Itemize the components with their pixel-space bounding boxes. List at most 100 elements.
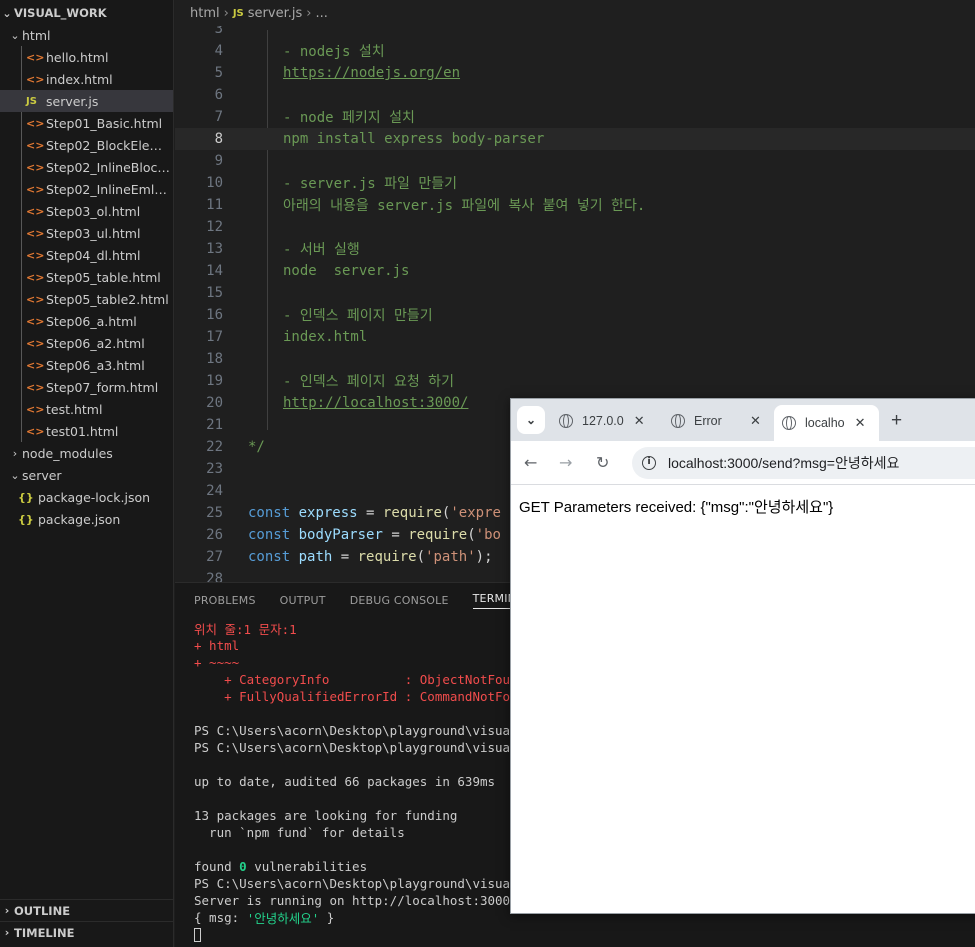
- code-text: - node 페키지 설치: [283, 110, 415, 126]
- item-label: Step07_form.html: [46, 379, 159, 395]
- line-number: 4: [214, 43, 223, 59]
- line-number: 19: [206, 373, 223, 389]
- terminal-line: 13 packages are looking for funding: [194, 808, 458, 823]
- file-item[interactable]: <> Step06_a2.html: [0, 332, 173, 354]
- code-token: const: [248, 527, 291, 543]
- file-item[interactable]: <> Step03_ul.html: [0, 222, 173, 244]
- browser-tab-1[interactable]: 127.0.0 ✕: [559, 407, 659, 435]
- item-label: Step04_dl.html: [46, 247, 141, 263]
- html-file-icon: <>: [26, 226, 45, 240]
- json-file-icon: {}: [18, 512, 34, 526]
- tab-title: 127.0.0: [582, 414, 624, 428]
- line-number: 12: [206, 219, 223, 235]
- html-file-icon: <>: [26, 424, 45, 438]
- html-file-icon: <>: [26, 292, 45, 306]
- file-item[interactable]: <> Step02_InlineEmlem...: [0, 178, 173, 200]
- item-label: server.js: [46, 93, 99, 109]
- line-number: 5: [214, 65, 223, 81]
- file-item[interactable]: <> Step03_ol.html: [0, 200, 173, 222]
- breadcrumb-file[interactable]: server.js: [248, 6, 302, 21]
- html-file-icon: <>: [26, 116, 45, 130]
- code-token: =: [357, 505, 383, 521]
- line-number: 3: [214, 26, 223, 37]
- address-bar[interactable]: i localhost:3000/send?msg=안녕하세요: [632, 447, 975, 479]
- folder-item[interactable]: ⌄ server: [0, 464, 173, 486]
- timeline-section[interactable]: › TIMELINE: [0, 921, 173, 943]
- file-item[interactable]: JS server.js: [0, 90, 173, 112]
- globe-icon: [559, 414, 573, 428]
- terminal-prompt[interactable]: [194, 926, 201, 943]
- line-number: 23: [206, 461, 223, 477]
- file-item[interactable]: <> Step05_table2.html: [0, 288, 173, 310]
- file-item[interactable]: <> test.html: [0, 398, 173, 420]
- html-file-icon: <>: [26, 380, 45, 394]
- code-text: - nodejs 설치: [283, 44, 385, 60]
- chevron-right-icon: ›: [223, 5, 229, 21]
- file-item[interactable]: {} package.json: [0, 508, 173, 530]
- file-item[interactable]: <> Step05_table.html: [0, 266, 173, 288]
- info-icon[interactable]: i: [642, 456, 656, 470]
- chevron-down-icon: ⌄: [10, 468, 20, 482]
- new-tab-button[interactable]: +: [891, 407, 902, 435]
- code-line: 16 - 인덱스 페이지 만들기: [175, 304, 975, 326]
- back-arrow-icon[interactable]: ←: [524, 453, 537, 472]
- tab-search-button[interactable]: ⌄: [517, 406, 545, 434]
- html-file-icon: <>: [26, 314, 45, 328]
- file-item[interactable]: <> test01.html: [0, 420, 173, 442]
- breadcrumb-folder[interactable]: html: [190, 6, 220, 21]
- item-label: Step02_InlineEmlem...: [46, 181, 173, 197]
- html-file-icon: <>: [26, 160, 45, 174]
- outline-section[interactable]: › OUTLINE: [0, 899, 173, 921]
- file-item[interactable]: <> hello.html: [0, 46, 173, 68]
- tab-output[interactable]: OUTPUT: [280, 594, 326, 607]
- terminal-line: { msg: '안녕하세요' }: [194, 909, 334, 926]
- file-item[interactable]: <>Step02_InlineBlock.h...: [0, 156, 173, 178]
- browser-toolbar: ← → ↻ i localhost:3000/send?msg=안녕하세요: [511, 441, 975, 485]
- html-file-icon: <>: [26, 72, 45, 86]
- file-item[interactable]: {} package-lock.json: [0, 486, 173, 508]
- line-number: 11: [206, 197, 223, 213]
- folder-item[interactable]: › node_modules: [0, 442, 173, 464]
- code-token: require: [408, 527, 468, 543]
- forward-arrow-icon[interactable]: →: [559, 453, 572, 472]
- breadcrumb-more[interactable]: ...: [315, 6, 327, 21]
- code-line: 5 https://nodejs.org/en: [175, 62, 975, 84]
- globe-icon: [671, 414, 685, 428]
- close-icon[interactable]: ✕: [855, 415, 866, 431]
- explorer-root[interactable]: ⌄ VISUAL_WORK: [0, 2, 173, 24]
- browser-tab-2[interactable]: Error ✕: [671, 407, 771, 435]
- explorer-sidebar: ⌄ VISUAL_WORK ⌄ html <> hello.html <> index.h…: [0, 0, 174, 947]
- browser-tab-strip: ⌄ 127.0.0 ✕ Error ✕ localho ✕ +: [511, 399, 975, 441]
- item-label: html: [22, 27, 51, 43]
- reload-icon[interactable]: ↻: [596, 453, 609, 472]
- file-item[interactable]: <> Step06_a3.html: [0, 354, 173, 376]
- terminal-line: PS C:\Users\acorn\Desktop\playground\vis…: [194, 723, 533, 738]
- browser-tab-3[interactable]: localho ✕: [774, 405, 879, 441]
- file-item[interactable]: <> Step06_a.html: [0, 310, 173, 332]
- code-line: 15: [175, 282, 975, 304]
- line-number: 26: [206, 527, 223, 543]
- file-item[interactable]: <> index.html: [0, 68, 173, 90]
- file-item[interactable]: <> Step07_form.html: [0, 376, 173, 398]
- code-token: express: [298, 505, 358, 521]
- folder-item[interactable]: ⌄ html: [0, 24, 173, 46]
- tab-debug-console[interactable]: DEBUG CONSOLE: [350, 594, 449, 607]
- item-label: package-lock.json: [38, 489, 151, 505]
- close-icon[interactable]: ✕: [750, 413, 761, 429]
- item-label: Step06_a2.html: [46, 335, 145, 351]
- html-file-icon: <>: [26, 402, 45, 416]
- line-number: 22: [206, 439, 223, 455]
- code-token: );: [475, 549, 493, 565]
- close-icon[interactable]: ✕: [634, 413, 645, 429]
- item-label: node_modules: [22, 445, 113, 461]
- file-item[interactable]: <>Step02_BlockElemen...: [0, 134, 173, 156]
- html-file-icon: <>: [26, 204, 45, 218]
- code-text: npm install express body-parser: [283, 131, 545, 147]
- file-item[interactable]: <> Step04_dl.html: [0, 244, 173, 266]
- code-text: */: [248, 439, 265, 455]
- line-number: 8: [214, 131, 223, 147]
- tab-problems[interactable]: PROBLEMS: [194, 594, 256, 607]
- file-item[interactable]: <> Step01_Basic.html: [0, 112, 173, 134]
